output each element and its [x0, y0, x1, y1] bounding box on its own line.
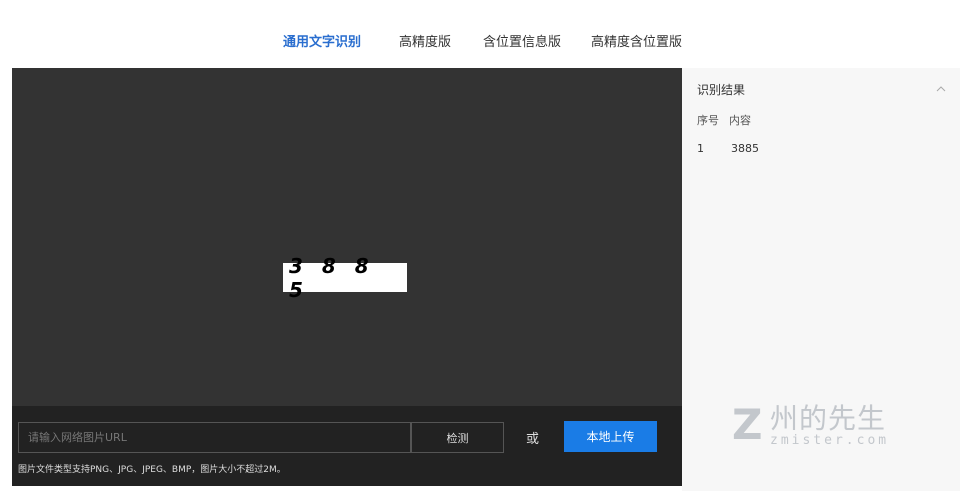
watermark-logo: Z 州的先生 zmister.com	[732, 404, 912, 454]
column-header-content: 内容	[729, 114, 751, 127]
image-preview-area: 3 8 8 5	[12, 68, 682, 406]
tab-general-ocr[interactable]: 通用文字识别	[283, 31, 361, 50]
file-type-hint: 图片文件类型支持PNG、JPG、JPEG、BMP，图片大小不超过2M。	[18, 465, 286, 475]
watermark-en-text: zmister.com	[770, 433, 890, 448]
results-title: 识别结果	[697, 83, 746, 97]
local-upload-button[interactable]: 本地上传	[564, 421, 657, 452]
tab-with-location[interactable]: 含位置信息版	[483, 31, 561, 50]
result-row-content: 3885	[731, 142, 759, 155]
watermark-letter: Z	[732, 400, 763, 449]
ocr-mode-tabs: 通用文字识别 高精度版 含位置信息版 高精度含位置版	[0, 0, 960, 68]
detect-button[interactable]: 检测	[411, 422, 504, 453]
result-row-seq: 1	[697, 142, 704, 155]
captcha-image-text: 3 8 8 5	[289, 253, 375, 302]
image-url-input[interactable]	[18, 422, 411, 453]
or-separator: 或	[526, 432, 540, 447]
upload-controls: 检测 或 本地上传 图片文件类型支持PNG、JPG、JPEG、BMP，图片大小不…	[12, 406, 682, 486]
tab-high-accuracy[interactable]: 高精度版	[399, 31, 451, 50]
watermark-cn-text: 州的先生	[770, 402, 887, 435]
tab-high-accuracy-with-location[interactable]: 高精度含位置版	[591, 31, 682, 50]
captcha-image: 3 8 8 5	[283, 254, 407, 302]
chevron-up-icon[interactable]	[936, 84, 946, 94]
column-header-seq: 序号	[697, 114, 719, 127]
